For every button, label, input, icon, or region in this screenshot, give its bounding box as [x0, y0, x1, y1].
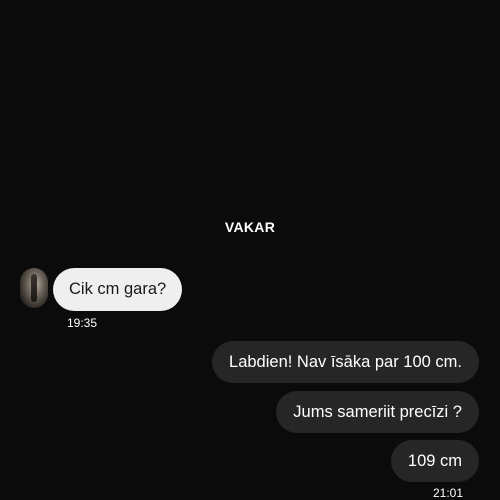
sender-avatar[interactable]: [20, 268, 48, 308]
outgoing-message-text: 109 cm: [407, 452, 462, 470]
outgoing-message[interactable]: Labdien! Nav īsāka par 100 cm.: [212, 341, 479, 383]
avatar-figure: [31, 274, 37, 302]
day-divider: VAKAR: [224, 219, 276, 235]
outgoing-message-time: 21:01: [432, 486, 463, 500]
chat-screen: VAKAR Cik cm gara? 19:35 Labdien! Nav īs…: [0, 0, 500, 500]
incoming-message[interactable]: Cik cm gara?: [53, 268, 183, 311]
outgoing-message-text: Jums sameriit precīzi ?: [293, 403, 462, 421]
incoming-message-time: 19:35: [67, 316, 98, 330]
outgoing-message[interactable]: 109 cm: [390, 440, 479, 482]
outgoing-message[interactable]: Jums sameriit precīzi ?: [276, 391, 479, 433]
outgoing-message-text: Labdien! Nav īsāka par 100 cm.: [229, 353, 462, 371]
incoming-message-text: Cik cm gara?: [69, 280, 167, 298]
